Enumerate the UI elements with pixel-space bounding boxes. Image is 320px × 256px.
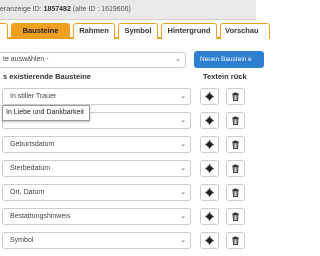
- chevron-down-icon: ⌄: [180, 141, 186, 148]
- trash-icon: [232, 92, 239, 101]
- baustein-select-7[interactable]: Symbol ⌄: [2, 232, 191, 249]
- tab-bar: Bausteine Rahmen Symbol Hintergrund Vors…: [0, 20, 270, 39]
- baustein-select-value: Ort, Datum: [10, 189, 45, 196]
- settings-button[interactable]: [200, 136, 219, 153]
- ad-id-info: eranzeige ID: 1857482 (alte ID : 1619606…: [0, 6, 131, 13]
- trash-icon: [232, 140, 239, 149]
- trash-icon: [232, 116, 239, 125]
- delete-button[interactable]: [226, 160, 245, 177]
- trash-icon: [232, 212, 239, 221]
- gear-icon: [205, 116, 214, 125]
- gear-icon: [205, 140, 214, 149]
- delete-button[interactable]: [226, 112, 245, 129]
- delete-button[interactable]: [226, 184, 245, 201]
- chevron-down-icon: ⌄: [180, 117, 186, 124]
- trash-icon: [232, 188, 239, 197]
- baustein-type-select[interactable]: te auswählen - ⌄: [0, 52, 186, 68]
- settings-button[interactable]: [200, 208, 219, 225]
- trash-icon: [232, 236, 239, 245]
- tab-rahmen[interactable]: Rahmen: [73, 23, 115, 39]
- top-info-bar: eranzeige ID: 1857482 (alte ID : 1619606…: [0, 0, 256, 20]
- indent-column-header: Textein rück: [203, 72, 247, 81]
- baustein-select-value: Sterbedatum: [10, 165, 51, 172]
- delete-button[interactable]: [226, 208, 245, 225]
- tab-bausteine[interactable]: Bausteine: [11, 23, 70, 39]
- gear-icon: [205, 212, 214, 221]
- tab-symbol[interactable]: Symbol: [118, 23, 158, 39]
- gear-icon: [205, 92, 214, 101]
- new-baustein-button[interactable]: Neuen Baustein e: [194, 51, 264, 68]
- gear-icon: [205, 188, 214, 197]
- baustein-select-value: Geburtsdatum: [10, 141, 55, 148]
- chevron-down-icon: ⌄: [180, 189, 186, 196]
- settings-button[interactable]: [200, 112, 219, 129]
- gear-icon: [205, 236, 214, 245]
- settings-button[interactable]: [200, 184, 219, 201]
- baustein-select-value: Symbol: [10, 237, 34, 244]
- baustein-select-3[interactable]: Geburtsdatum ⌄: [2, 136, 191, 153]
- ad-id-value: 1857482: [43, 6, 71, 13]
- tab-previous[interactable]: [0, 23, 8, 39]
- chevron-down-icon: ⌄: [180, 165, 186, 172]
- baustein-select-4[interactable]: Sterbedatum ⌄: [2, 160, 191, 177]
- trash-icon: [232, 164, 239, 173]
- settings-button[interactable]: [200, 160, 219, 177]
- delete-button[interactable]: [226, 136, 245, 153]
- option-tooltip: In Liebe und Dankbarkeit: [2, 105, 90, 121]
- delete-button[interactable]: [226, 232, 245, 249]
- chevron-down-icon: ⌄: [180, 213, 186, 220]
- baustein-select-value: In stiller Trauer: [10, 93, 57, 100]
- old-id: (alte ID : 1619606): [72, 6, 131, 13]
- ad-id-label: eranzeige ID:: [0, 6, 42, 13]
- delete-button[interactable]: [226, 88, 245, 105]
- tab-hintergrund[interactable]: Hintergrund: [161, 23, 217, 39]
- baustein-select-5[interactable]: Ort, Datum ⌄: [2, 184, 191, 201]
- baustein-select-1[interactable]: In stiller Trauer ⌄: [2, 88, 191, 105]
- baustein-select-value: Bestattungshinweis: [10, 213, 71, 220]
- settings-button[interactable]: [200, 232, 219, 249]
- baustein-select-6[interactable]: Bestattungshinweis ⌄: [2, 208, 191, 225]
- tab-vorschau[interactable]: Vorschau: [220, 23, 270, 39]
- chevron-down-icon: ⌄: [180, 93, 186, 100]
- gear-icon: [205, 164, 214, 173]
- baustein-type-select-value: te auswählen -: [3, 56, 49, 63]
- chevron-down-icon: ⌄: [175, 56, 181, 63]
- section-title: s existierende Bausteine: [3, 72, 91, 81]
- settings-button[interactable]: [200, 88, 219, 105]
- chevron-down-icon: ⌄: [180, 237, 186, 244]
